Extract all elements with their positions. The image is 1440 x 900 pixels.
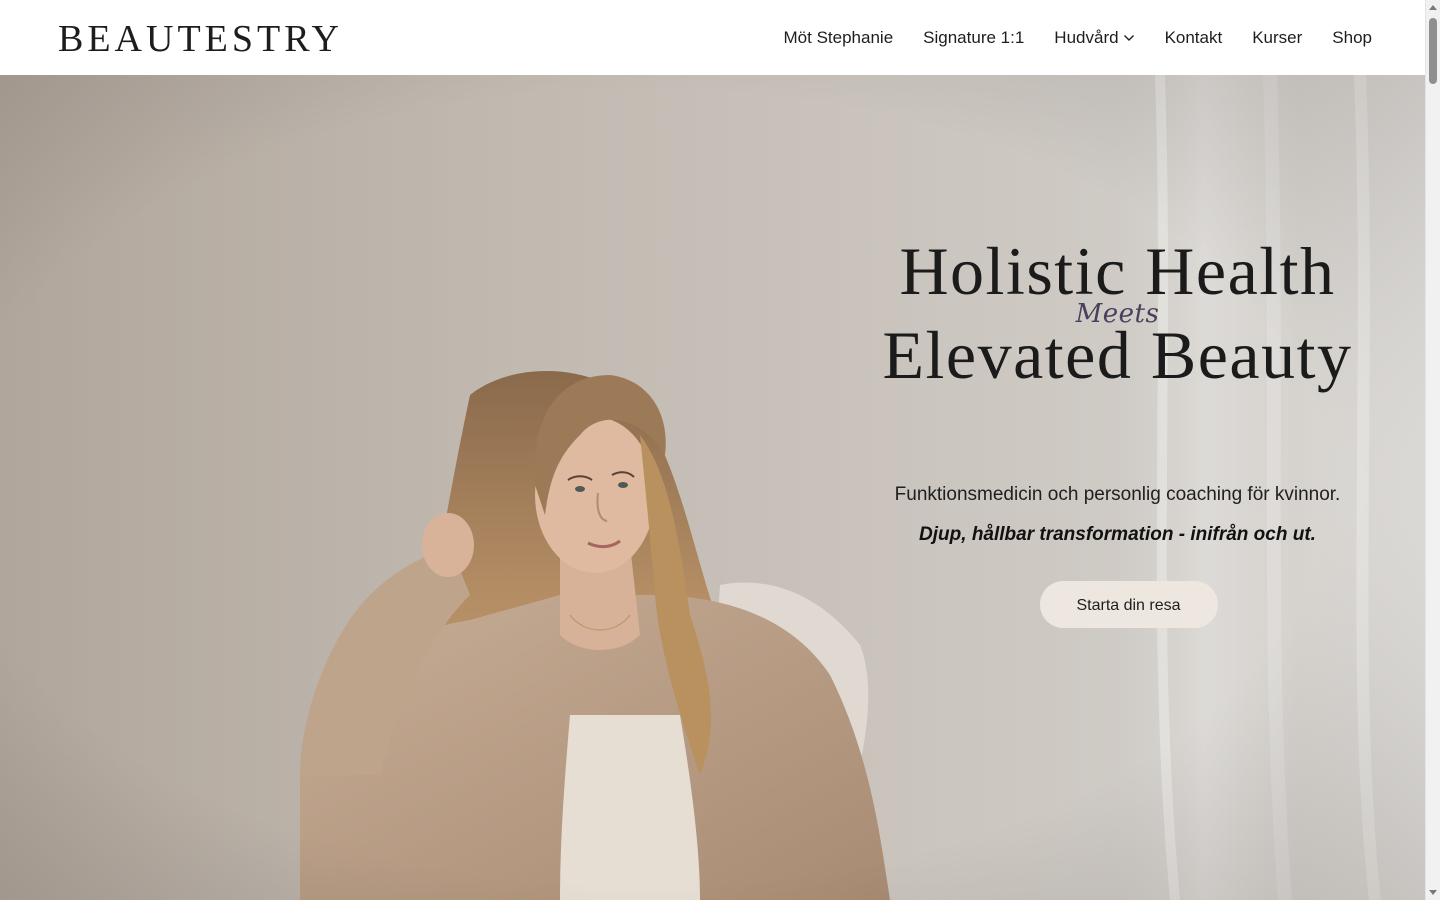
site-header: BEAUTESTRY Möt Stephanie Signature 1:1 H… <box>0 0 1425 75</box>
nav-item-label: Shop <box>1332 28 1372 47</box>
nav-item-label: Kurser <box>1252 28 1303 47</box>
nav-item-label: Hudvård <box>1054 28 1119 47</box>
nav-item-label: Signature 1:1 <box>923 28 1025 47</box>
hero-section: Holistic Health Meets Elevated Beauty Fu… <box>0 75 1425 900</box>
hero-subtitle: Funktionsmedicin och personlig coaching … <box>894 484 1341 505</box>
page-scrollbar[interactable] <box>1425 0 1440 900</box>
site-logo[interactable]: BEAUTESTRY <box>58 17 343 61</box>
main-nav: Möt Stephanie Signature 1:1 Hudvård Kont… <box>784 26 1372 50</box>
scroll-down-icon[interactable] <box>1429 890 1437 895</box>
hero-headline-line-1: Holistic Health <box>899 233 1336 309</box>
scroll-thumb[interactable] <box>1429 18 1437 84</box>
nav-item-hudvard[interactable]: Hudvård <box>1054 26 1134 50</box>
chevron-down-icon <box>1123 35 1134 41</box>
scroll-up-icon[interactable] <box>1429 5 1437 10</box>
nav-item-signature[interactable]: Signature 1:1 <box>923 26 1024 50</box>
hero-tagline: Djup, hållbar transformation - inifrån o… <box>919 524 1316 545</box>
hero-headline-line-2: Elevated Beauty <box>882 317 1353 393</box>
nav-item-kurser[interactable]: Kurser <box>1252 26 1302 50</box>
nav-item-label: Möt Stephanie <box>783 28 894 47</box>
start-journey-button[interactable]: Starta din resa <box>1039 581 1218 628</box>
page: BEAUTESTRY Möt Stephanie Signature 1:1 H… <box>0 0 1440 900</box>
nav-item-label: Kontakt <box>1164 28 1223 47</box>
nav-item-kontakt[interactable]: Kontakt <box>1165 26 1223 50</box>
nav-item-shop[interactable]: Shop <box>1332 26 1372 50</box>
hero-text-block: Holistic Health Meets Elevated Beauty Fu… <box>860 235 1375 628</box>
nav-item-mot-stephanie[interactable]: Möt Stephanie <box>784 26 894 50</box>
